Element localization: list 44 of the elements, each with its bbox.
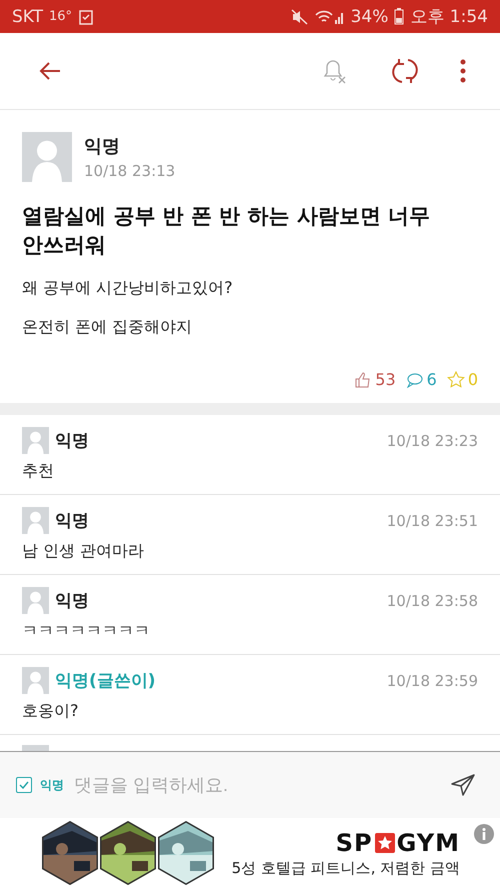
brand-logo-text: GYM	[396, 828, 460, 856]
scrap-count: 0	[468, 370, 478, 389]
author-name: 익명	[84, 135, 121, 158]
clock-text: 오후 1:54	[410, 6, 488, 28]
comment-text: 남 인생 관여마라	[22, 540, 146, 562]
comment-author: 익명	[55, 510, 89, 532]
anonymous-label: 익명	[40, 776, 64, 794]
comment-text: ㅋㅋㅋㅋㅋㅋㅋㅋ	[22, 620, 151, 642]
back-arrow-icon	[38, 61, 62, 81]
star-icon	[446, 370, 465, 388]
comment-author: 익명	[55, 430, 89, 452]
post-title: 열람실에 공부 반 폰 반 하는 사람보면 너무 안쓰러워	[22, 203, 432, 259]
info-icon[interactable]	[474, 824, 494, 844]
signal-icon	[314, 8, 345, 24]
battery-icon	[394, 8, 404, 25]
post-body-text: 왜 공부에 시간낭비하고있어?	[22, 278, 234, 299]
clipboard-icon	[78, 8, 94, 24]
like-count: 53	[375, 370, 396, 389]
checkmark-icon	[19, 781, 29, 789]
brand-logo-text: SP	[336, 828, 373, 856]
comment-text: 호옹이?	[22, 700, 80, 722]
comment-icon	[406, 372, 424, 388]
battery-text: 34%	[350, 6, 388, 26]
comment-time: 10/18 23:51	[386, 512, 478, 530]
comment-author: 익명	[55, 590, 89, 612]
mute-icon	[290, 8, 309, 24]
comment-text: 추천	[22, 460, 55, 482]
post-time: 10/18 23:13	[84, 162, 176, 180]
refresh-icon	[392, 57, 418, 85]
ad-tagline: 5성 호텔급 피트니스, 저렴한 금액	[232, 858, 460, 878]
temperature-text: 16°	[49, 9, 72, 24]
menu-icon	[460, 59, 466, 83]
comment-time: 10/18 23:23	[386, 432, 478, 450]
send-icon	[450, 773, 476, 797]
comment-time: 10/18 23:58	[386, 592, 478, 610]
thumbs-up-icon	[354, 370, 372, 388]
comment-input[interactable]: 댓글을 입력하세요.	[72, 774, 438, 796]
ad-banner[interactable]: SP GYM 5성 호텔급 피트니스, 저렴한 금액	[0, 818, 500, 888]
comment-time: 10/18 23:59	[386, 672, 478, 690]
post-body-text: 온전히 폰에 집중해야지	[22, 317, 194, 338]
anonymous-checkbox[interactable]	[16, 777, 32, 793]
comment-author: 익명(글쓴이)	[55, 670, 156, 692]
comment-count: 6	[426, 370, 437, 389]
carrier-text: SKT	[12, 6, 44, 26]
